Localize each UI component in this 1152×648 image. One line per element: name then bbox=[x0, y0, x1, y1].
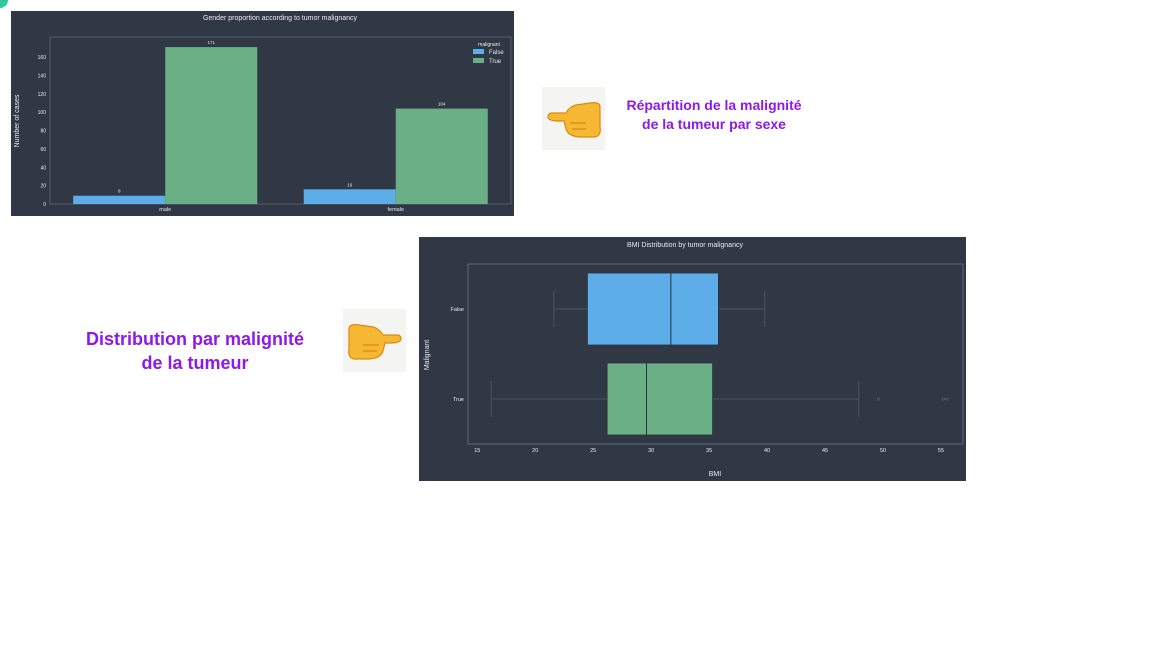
box-plot-title: BMI Distribution by tumor malignancy bbox=[627, 242, 743, 249]
caption-line: Distribution par malignité bbox=[85, 329, 304, 349]
bar-chart-marks: 0 20 40 60 80 100 120 140 160 male 9 171 female 16 104 bbox=[38, 36, 512, 213]
outlier-point bbox=[941, 397, 945, 401]
outlier-point bbox=[945, 397, 949, 401]
y-tick-label: 20 bbox=[40, 184, 46, 190]
bar-value-label: 171 bbox=[207, 40, 215, 45]
x-tick-label: 35 bbox=[706, 448, 712, 454]
y-tick-label: 160 bbox=[38, 55, 47, 61]
bar bbox=[165, 47, 258, 204]
x-tick-label: 20 bbox=[532, 448, 538, 454]
legend-swatch-true bbox=[473, 58, 484, 63]
legend-title: malignant bbox=[478, 42, 500, 48]
caption-line: Répartition de la malignité bbox=[626, 97, 802, 113]
caption-line: de la tumeur par sexe bbox=[642, 116, 786, 132]
y-tick-label: 80 bbox=[40, 129, 46, 135]
bar-value-label: 9 bbox=[118, 189, 121, 194]
caption-line: de la tumeur bbox=[141, 353, 249, 373]
x-tick-label: 40 bbox=[764, 448, 770, 454]
y-tick-label: 60 bbox=[40, 147, 46, 153]
bar-chart-legend: malignant False True bbox=[473, 42, 504, 65]
x-tick-label: male bbox=[159, 207, 171, 213]
corner-accent bbox=[0, 0, 8, 8]
x-tick-label: 50 bbox=[880, 448, 886, 454]
pointing-hand-right-icon bbox=[347, 323, 402, 360]
x-tick-label: 25 bbox=[590, 448, 596, 454]
legend-label-true: True bbox=[489, 59, 502, 65]
pointing-hand-left-icon bbox=[546, 101, 601, 138]
bar-value-label: 104 bbox=[438, 102, 446, 107]
bar-chart-title: Gender proportion according to tumor mal… bbox=[203, 15, 358, 22]
y-tick-label: 100 bbox=[38, 110, 47, 116]
legend-swatch-false bbox=[473, 49, 484, 54]
legend-label-false: False bbox=[489, 50, 504, 56]
outlier-point bbox=[876, 397, 880, 401]
x-tick-label: 15 bbox=[474, 448, 480, 454]
box bbox=[587, 272, 719, 346]
y-tick-label: False bbox=[451, 307, 464, 313]
box-plot-y-axis-label: Malignant bbox=[424, 340, 431, 370]
box bbox=[606, 362, 714, 436]
gender-bar-chart-svg: Gender proportion according to tumor mal… bbox=[14, 15, 512, 213]
bar-value-label: 16 bbox=[347, 182, 353, 187]
gender-chart-caption: Répartition de la malignité de la tumeur… bbox=[604, 96, 824, 134]
box-plot-x-axis-label: BMI bbox=[709, 471, 722, 478]
pointing-hand-icon bbox=[542, 87, 605, 150]
x-tick-label: female bbox=[387, 207, 404, 213]
bar bbox=[73, 195, 166, 204]
bmi-box-plot: BMI Distribution by tumor malignancy BMI… bbox=[419, 237, 966, 481]
y-tick-label: True bbox=[453, 397, 464, 403]
y-tick-label: 120 bbox=[38, 92, 47, 98]
bar bbox=[395, 108, 488, 204]
y-tick-label: 0 bbox=[43, 202, 46, 208]
bmi-box-plot-svg: BMI Distribution by tumor malignancy BMI… bbox=[424, 242, 964, 478]
bar-chart-y-axis-label: Number of cases bbox=[14, 94, 21, 147]
x-tick-label: 45 bbox=[822, 448, 828, 454]
pointing-hand-icon bbox=[343, 309, 406, 372]
gender-bar-chart: Gender proportion according to tumor mal… bbox=[11, 11, 514, 216]
box-plot-marks: 15 20 25 30 35 40 45 50 55 False True bbox=[451, 263, 964, 454]
y-tick-label: 40 bbox=[40, 165, 46, 171]
bar bbox=[303, 189, 396, 204]
x-tick-label: 30 bbox=[648, 448, 654, 454]
x-tick-label: 55 bbox=[938, 448, 944, 454]
bmi-chart-caption: Distribution par malignité de la tumeur bbox=[60, 327, 330, 375]
y-tick-label: 140 bbox=[38, 74, 47, 80]
